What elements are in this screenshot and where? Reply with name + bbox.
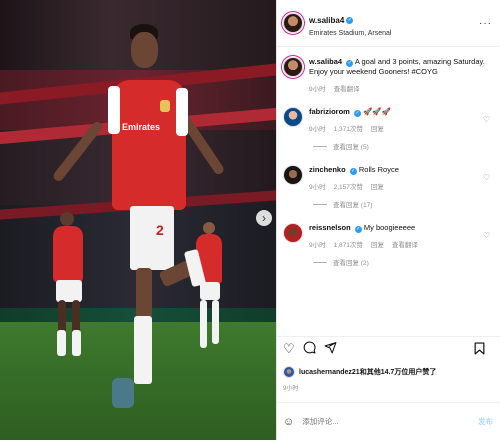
post-photo[interactable]: Emirates 2 ›	[0, 0, 276, 440]
emoji-icon[interactable]: ☺	[283, 416, 294, 428]
comment-icon[interactable]	[303, 341, 316, 356]
post-header: w.saliba4 ✓ Emirates Stadium, Arsenal ··…	[277, 0, 500, 47]
next-photo-button[interactable]: ›	[256, 210, 272, 226]
translate-link[interactable]: 查看翻译	[334, 83, 360, 93]
comment-likes[interactable]: 1,871次赞	[334, 239, 363, 249]
liker-avatar[interactable]	[283, 366, 295, 378]
comment-username[interactable]: zinchenko	[309, 165, 346, 174]
comment-like-heart-icon[interactable]: ♡	[483, 115, 490, 124]
author-avatar[interactable]	[283, 13, 303, 33]
view-replies-link[interactable]: 查看回复 (17)	[333, 199, 372, 209]
verified-badge-icon: ✓	[354, 226, 362, 233]
shorts-number: 2	[156, 222, 164, 238]
post-location[interactable]: Emirates Stadium, Arsenal	[309, 30, 391, 37]
commenter-avatar[interactable]	[283, 165, 303, 185]
author-avatar[interactable]	[283, 57, 303, 77]
comment-likes[interactable]: 1,371次赞	[334, 123, 363, 133]
likes-text[interactable]: lucashernandez21和其他14.7万位用户赞了	[299, 367, 436, 377]
view-replies-link[interactable]: 查看回复 (5)	[333, 141, 369, 151]
heart-icon[interactable]: ♡	[283, 342, 295, 355]
reply-link[interactable]: 回复	[371, 181, 384, 191]
more-options-icon[interactable]: ···	[479, 18, 492, 29]
post-action-bar: ♡	[277, 336, 500, 360]
commenter-avatar[interactable]	[283, 107, 303, 127]
author-username[interactable]: w.saliba4	[309, 16, 344, 25]
shirt-sponsor: Emirates	[122, 122, 161, 132]
club-crest-icon	[160, 100, 170, 112]
comment-time: 9小时	[309, 184, 326, 191]
instagram-post-view: Emirates 2 › w.saliba4 ✓ Emirates Stadiu…	[0, 0, 500, 440]
comment-time: 9小时	[309, 126, 326, 133]
verified-badge-icon: ✓	[346, 16, 354, 24]
post-side-panel: w.saliba4 ✓ Emirates Stadium, Arsenal ··…	[276, 0, 500, 440]
comment-item: reissnelson ✓ My boogieeeee 9小时 1,871次赞 …	[283, 223, 494, 267]
view-replies-link[interactable]: 查看回复 (2)	[333, 257, 369, 267]
comment-time: 9小时	[309, 242, 326, 249]
comment-input[interactable]	[302, 417, 453, 426]
send-icon[interactable]	[324, 341, 337, 356]
divider	[313, 261, 327, 263]
verified-badge-icon: ✓	[346, 60, 354, 67]
reply-link[interactable]: 回复	[371, 123, 384, 133]
comment-like-heart-icon[interactable]: ♡	[483, 231, 490, 240]
comment-username[interactable]: fabriziorom	[309, 107, 350, 116]
commenter-avatar[interactable]	[283, 223, 303, 243]
add-comment-bar: ☺ 发布	[277, 402, 500, 440]
post-timestamp: 9小时	[283, 386, 299, 392]
chevron-right-icon: ›	[262, 211, 266, 225]
caption-time: 9小时	[309, 86, 326, 93]
divider	[313, 145, 327, 147]
comment-likes[interactable]: 2,157次赞	[334, 181, 363, 191]
caption: w.saliba4 ✓ A goal and 3 points, amazing…	[283, 57, 494, 93]
likes-summary: lucashernandez21和其他14.7万位用户赞了	[283, 366, 436, 378]
comment-text: 🚀🚀🚀	[363, 107, 392, 116]
comment-item: fabriziorom ✓ 🚀🚀🚀 9小时 1,371次赞 回复 ♡ 查看回复 …	[283, 107, 494, 151]
divider	[313, 203, 327, 205]
bookmark-icon[interactable]	[474, 342, 485, 357]
comment-username[interactable]: reissnelson	[309, 223, 351, 232]
comments-list: w.saliba4 ✓ A goal and 3 points, amazing…	[277, 47, 500, 335]
verified-badge-icon: ✓	[349, 168, 357, 175]
translate-link[interactable]: 查看翻译	[392, 239, 418, 249]
verified-badge-icon: ✓	[353, 110, 361, 117]
comment-text: Rolls Royce	[358, 165, 399, 174]
post-comment-button[interactable]: 发布	[478, 416, 493, 427]
comment-text: My boogieeeee	[363, 223, 416, 232]
comment-like-heart-icon[interactable]: ♡	[483, 173, 490, 182]
comment-item: zinchenko ✓ Rolls Royce 9小时 2,157次赞 回复 ♡	[283, 165, 494, 209]
reply-link[interactable]: 回复	[371, 239, 384, 249]
caption-username[interactable]: w.saliba4	[309, 57, 342, 66]
